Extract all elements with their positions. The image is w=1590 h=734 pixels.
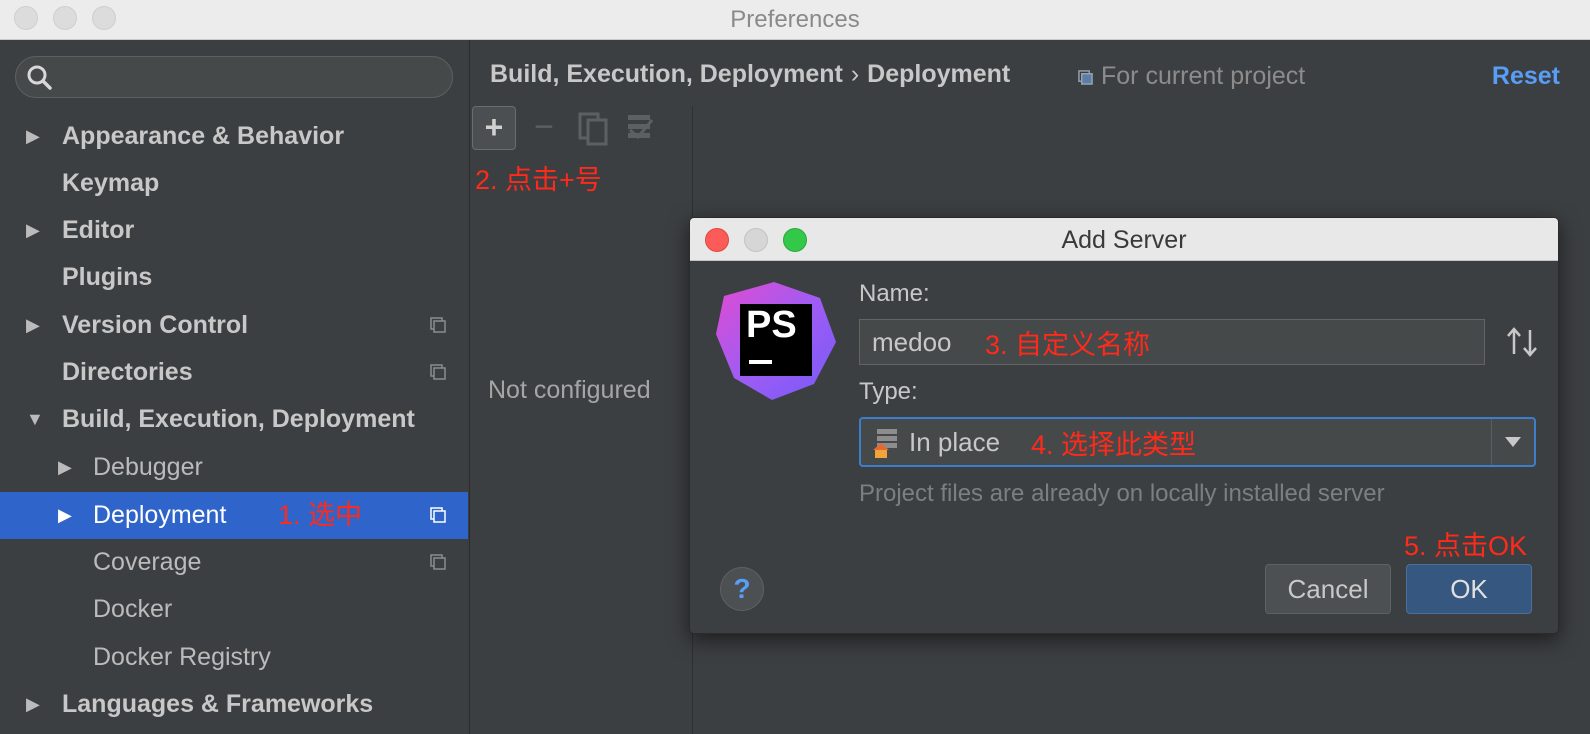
ok-button[interactable]: OK <box>1406 564 1532 614</box>
expand-arrow-icon[interactable]: ▶ <box>26 681 40 728</box>
sidebar-item-docker[interactable]: Docker <box>0 586 468 633</box>
sidebar-item-languages-frameworks[interactable]: ▶ Languages & Frameworks <box>0 681 468 728</box>
copy-server-icon[interactable] <box>572 106 616 150</box>
server-type-value: In place <box>909 427 1001 457</box>
settings-sidebar: ▶ Appearance & Behavior Keymap ▶ Editor … <box>0 40 470 734</box>
server-name-value: medoo <box>872 327 952 357</box>
sidebar-item-docker-registry[interactable]: Docker Registry <box>0 634 468 681</box>
expand-arrow-icon[interactable]: ▶ <box>26 113 40 160</box>
add-server-button[interactable]: + <box>472 106 516 150</box>
annotation-step-5: 5. 点击OK <box>1404 531 1528 561</box>
server-type-select[interactable]: In place 4. 选择此类型 <box>859 417 1536 467</box>
expand-arrow-icon[interactable]: ▶ <box>26 207 40 254</box>
dialog-titlebar: Add Server <box>690 218 1558 261</box>
annotation-step-2: 2. 点击+号 <box>475 165 602 195</box>
project-scope-icon <box>1078 70 1093 85</box>
annotation-step-4: 4. 选择此类型 <box>1031 430 1197 460</box>
expand-arrow-icon[interactable]: ▶ <box>26 302 40 349</box>
type-description: Project files are already on locally ins… <box>859 480 1385 507</box>
dialog-title: Add Server <box>1061 226 1187 254</box>
breadcrumb-separator: › <box>850 60 860 88</box>
scope-label: For current project <box>1078 62 1305 91</box>
scope-text: For current project <box>1101 62 1306 90</box>
sort-arrows-icon[interactable] <box>1504 326 1540 358</box>
annotation-step-3: 3. 自定义名称 <box>985 330 1151 360</box>
annotation-step-1: 1. 选中 <box>278 500 363 530</box>
add-server-dialog: Add Server PS Name: medoo 3. 自定义名称 Type: <box>689 217 1559 634</box>
sidebar-item-coverage[interactable]: Coverage <box>0 539 468 586</box>
sidebar-item-debugger[interactable]: ▶ Debugger <box>0 444 468 491</box>
server-house-icon <box>873 429 897 458</box>
project-scope-icon <box>430 507 446 523</box>
logo-text: PS <box>746 304 797 346</box>
window-titlebar: Preferences <box>0 0 1590 40</box>
expand-arrow-icon[interactable]: ▶ <box>58 444 72 491</box>
cancel-button[interactable]: Cancel <box>1265 564 1391 614</box>
collapse-arrow-icon[interactable]: ▼ <box>26 396 44 443</box>
sidebar-item-plugins[interactable]: Plugins <box>0 254 468 301</box>
set-default-icon[interactable] <box>618 106 662 150</box>
expand-arrow-icon[interactable]: ▶ <box>58 492 72 539</box>
remove-server-button[interactable]: − <box>522 106 566 150</box>
project-scope-icon <box>430 317 446 333</box>
sidebar-item-build-execution-deployment[interactable]: ▼ Build, Execution, Deployment <box>0 396 468 443</box>
reset-link[interactable]: Reset <box>1492 62 1560 91</box>
sidebar-item-appearance[interactable]: ▶ Appearance & Behavior <box>0 113 468 160</box>
help-button[interactable]: ? <box>720 567 764 611</box>
chevron-down-icon <box>1505 437 1521 447</box>
breadcrumb-parent: Build, Execution, Deployment <box>490 60 843 88</box>
project-scope-icon <box>430 364 446 380</box>
project-scope-icon <box>430 554 446 570</box>
server-name-input[interactable]: medoo 3. 自定义名称 <box>859 319 1485 365</box>
sidebar-item-editor[interactable]: ▶ Editor <box>0 207 468 254</box>
type-label: Type: <box>859 378 918 405</box>
search-icon <box>27 65 52 90</box>
sidebar-item-deployment[interactable]: ▶ Deployment 1. 选中 <box>0 492 468 539</box>
window-title: Preferences <box>730 6 860 33</box>
sidebar-item-version-control[interactable]: ▶ Version Control <box>0 302 468 349</box>
sidebar-item-directories[interactable]: Directories <box>0 349 468 396</box>
empty-state-text: Not configured <box>488 376 651 404</box>
name-label: Name: <box>859 280 930 307</box>
sidebar-item-keymap[interactable]: Keymap <box>0 160 468 207</box>
breadcrumb: Build, Execution, Deployment › Deployment <box>490 60 1010 89</box>
dropdown-arrow-button[interactable] <box>1491 419 1534 465</box>
breadcrumb-current: Deployment <box>867 60 1011 88</box>
settings-search-input[interactable] <box>15 56 453 98</box>
